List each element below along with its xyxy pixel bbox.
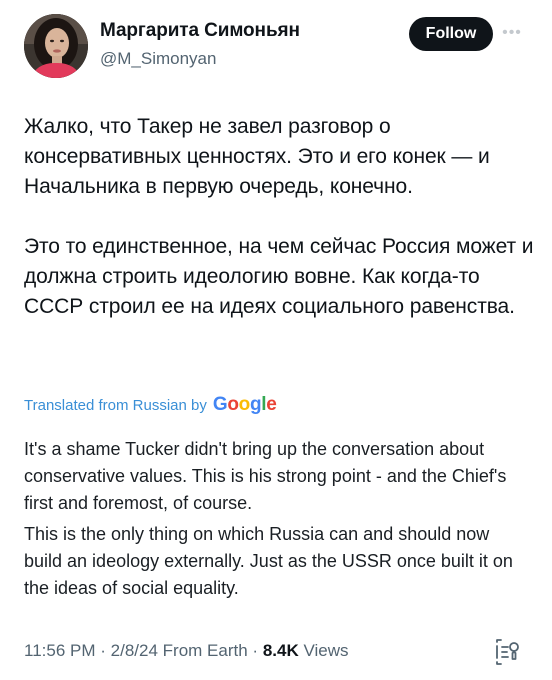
tweet-meta: 11:56 PM · 2/8/24 From Earth · 8.4K View… (24, 641, 349, 661)
google-logo-letter: o (238, 394, 251, 415)
google-logo-letter: g (249, 394, 262, 415)
google-logo: Google (213, 394, 277, 416)
translated-label: Translated from Russian by (24, 396, 207, 414)
avatar-image (24, 14, 88, 78)
translated-by-link[interactable]: Translated from Russian by Google (24, 394, 277, 416)
tweet-card: Маргарита Симоньян @M_Simonyan Follow ••… (0, 0, 552, 680)
avatar[interactable] (24, 14, 88, 78)
tweet-paragraph: Это то единственное, на чем сейчас Росси… (24, 235, 534, 318)
meta-separator: · (252, 641, 259, 660)
author-handle[interactable]: @M_Simonyan (100, 49, 216, 69)
tweet-paragraph: Жалко, что Такер не завел разговор о кон… (24, 115, 490, 198)
tweet-date[interactable]: 2/8/24 (111, 641, 158, 660)
translation-text: It's a shame Tucker didn't bring up the … (24, 436, 524, 602)
translation-paragraph: This is the only thing on which Russia c… (24, 524, 513, 598)
google-logo-letter: G (212, 394, 228, 415)
more-horizontal-icon[interactable]: ••• (500, 22, 524, 44)
translation-paragraph: It's a shame Tucker didn't bring up the … (24, 439, 507, 513)
tweet-text: Жалко, что Такер не завел разговор о кон… (24, 112, 534, 322)
grok-explain-icon[interactable] (494, 638, 520, 666)
tweet-source: From Earth (162, 641, 248, 660)
google-logo-letter: e (266, 394, 277, 415)
google-logo-letter: o (227, 394, 239, 415)
tweet-time[interactable]: 11:56 PM (24, 641, 96, 660)
views-count: 8.4K (262, 641, 299, 660)
meta-separator: · (100, 641, 106, 660)
follow-button[interactable]: Follow (409, 17, 493, 51)
author-display-name[interactable]: Маргарита Симоньян (100, 20, 300, 42)
views-label: Views (303, 641, 349, 660)
